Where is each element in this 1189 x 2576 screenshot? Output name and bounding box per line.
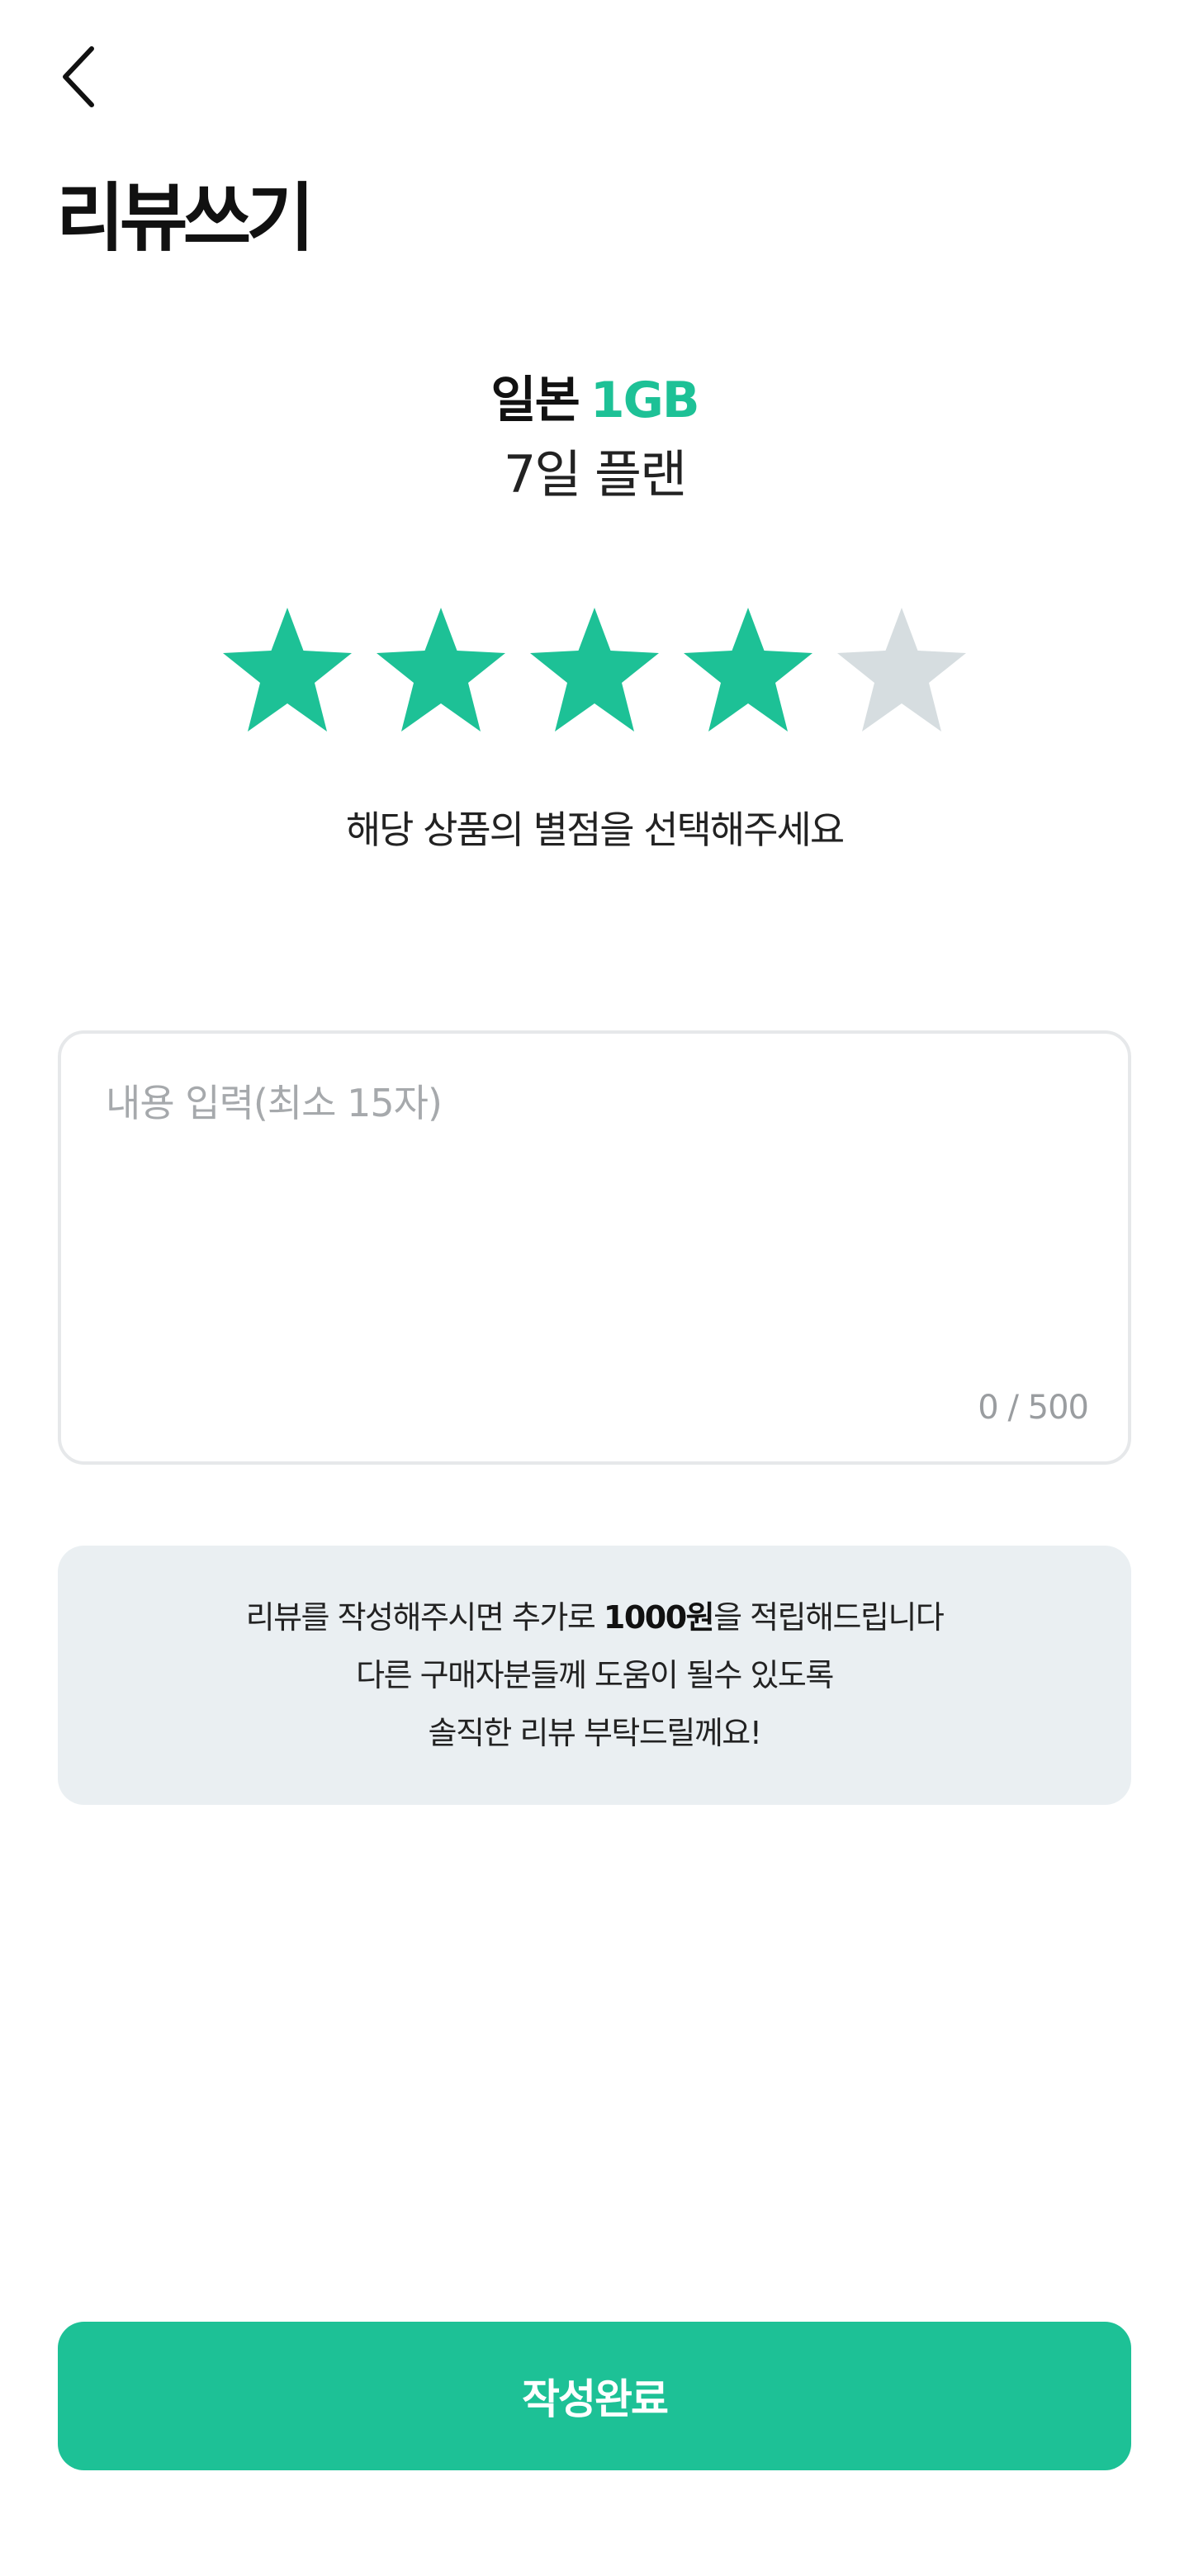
back-button[interactable] bbox=[46, 41, 112, 116]
reward-info-line-1: 리뷰를 작성해주시면 추가로 1000원을 적립해드립니다 bbox=[245, 1589, 945, 1646]
star-3[interactable] bbox=[527, 608, 662, 732]
star-icon bbox=[527, 608, 662, 732]
rating-hint: 해당 상품의 별점을 선택해주세요 bbox=[345, 807, 845, 852]
star-1[interactable] bbox=[220, 608, 355, 732]
reward-info-text-end: 을 적립해드립니다 bbox=[713, 1599, 945, 1636]
star-5[interactable] bbox=[834, 608, 969, 732]
star-icon bbox=[373, 608, 509, 732]
star-2[interactable] bbox=[373, 608, 509, 732]
review-box[interactable]: 0 / 500 bbox=[58, 1030, 1131, 1465]
reward-amount: 1000원 bbox=[603, 1599, 715, 1636]
star-rating[interactable] bbox=[0, 608, 1189, 732]
product-data-amount: 1GB bbox=[590, 372, 700, 429]
reward-info-line-3: 솔직한 리뷰 부탁드릴께요! bbox=[428, 1715, 762, 1751]
star-icon bbox=[220, 608, 355, 732]
reward-info-text: 리뷰를 작성해주시면 추가로 bbox=[245, 1599, 604, 1636]
reward-info-box: 리뷰를 작성해주시면 추가로 1000원을 적립해드립니다 다른 구매자분들께 … bbox=[58, 1546, 1131, 1805]
product-plan: 7일 플랜 bbox=[503, 444, 687, 504]
reward-info-line-2: 다른 구매자분들께 도움이 될수 있도록 bbox=[356, 1657, 834, 1693]
product-country: 일본 bbox=[490, 372, 580, 429]
char-count: 0 / 500 bbox=[978, 1389, 1089, 1427]
chevron-left-icon bbox=[59, 44, 100, 113]
page-title: 리뷰쓰기 bbox=[56, 175, 315, 262]
submit-button[interactable]: 작성완료 bbox=[58, 2322, 1131, 2470]
star-4[interactable] bbox=[680, 608, 816, 732]
star-icon bbox=[680, 608, 816, 732]
product-name: 일본 1GB bbox=[0, 363, 1189, 438]
star-icon bbox=[834, 608, 969, 732]
review-input[interactable] bbox=[104, 1072, 1082, 1347]
